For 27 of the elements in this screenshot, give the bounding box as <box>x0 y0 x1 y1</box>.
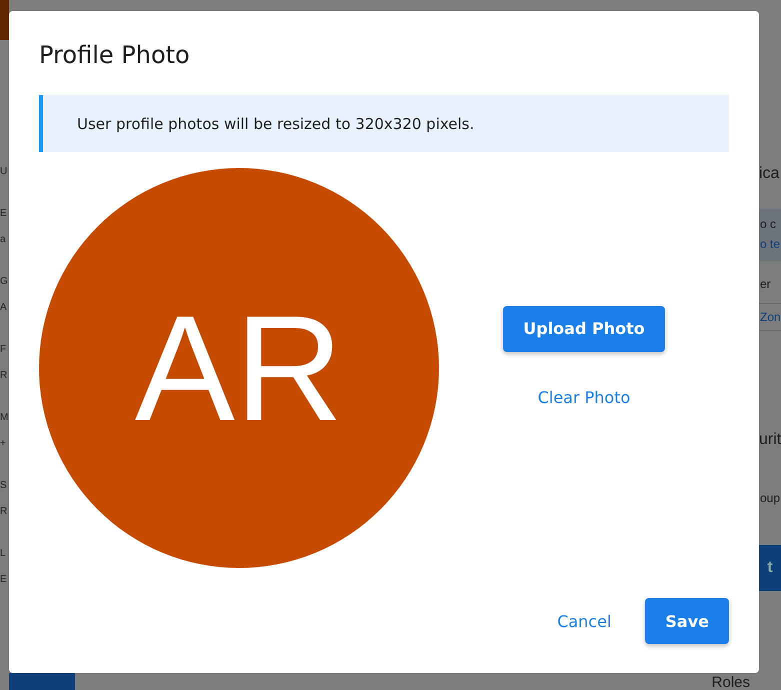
background-heading: urit <box>759 431 781 449</box>
background-text: L <box>0 547 7 561</box>
clear-photo-link[interactable]: Clear Photo <box>534 384 634 410</box>
background-note-text: o te <box>760 237 781 251</box>
background-text: + <box>0 437 7 451</box>
background-note-text: o c <box>760 217 778 231</box>
cancel-button[interactable]: Cancel <box>553 608 616 634</box>
background-heading: Roles <box>712 676 750 690</box>
avatar-initials: AR <box>134 282 344 454</box>
save-button[interactable]: Save <box>645 598 729 644</box>
background-text: G <box>0 275 9 289</box>
background-heading: ica <box>759 165 780 183</box>
background-text: A <box>0 301 8 315</box>
background-text: R <box>0 369 8 383</box>
background-text: er <box>759 276 772 293</box>
background-text: R <box>0 505 8 519</box>
background-text: E <box>0 573 8 587</box>
background-text: U <box>0 165 8 179</box>
background-text: E <box>0 207 8 221</box>
background-text: M <box>0 411 9 425</box>
dialog-title: Profile Photo <box>39 41 191 69</box>
info-notice: User profile photos will be resized to 320x320 pixels. <box>39 95 729 152</box>
background-text: oup <box>759 490 781 507</box>
background-text: S <box>0 479 8 493</box>
background-text: F <box>0 343 8 357</box>
background-text: a <box>0 233 7 247</box>
upload-photo-button[interactable]: Upload Photo <box>503 306 665 352</box>
